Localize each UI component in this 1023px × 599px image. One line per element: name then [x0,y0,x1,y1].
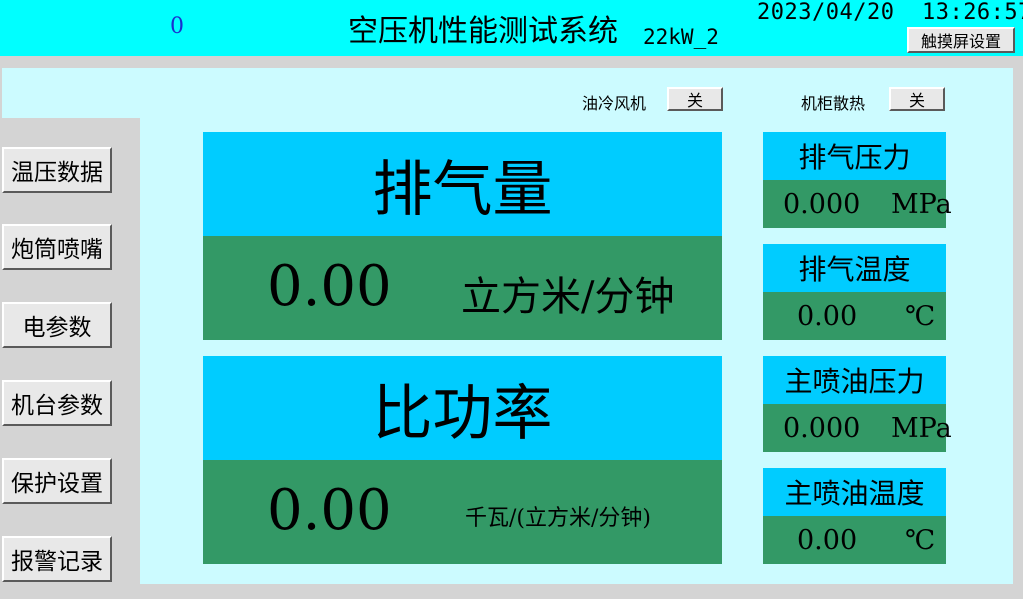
main-oil-pressure-panel: 0.000 MPa [763,404,952,452]
main-oil-pressure-title: 主喷油压力 [763,356,946,404]
main-oil-pressure-unit: MPa [891,413,952,444]
date-text: 2023/04/20 [757,0,895,25]
exhaust-temperature-title: 排气温度 [763,244,946,292]
displacement-unit: 立方米/分钟 [461,274,675,320]
specific-power-title: 比功率 [203,356,722,460]
sidebar-item-alarm-log[interactable]: 报警记录 [2,536,112,582]
sidebar-item-temp-pressure[interactable]: 温压数据 [2,147,112,193]
specific-power-value-panel: 0.00 千瓦/(立方米/分钟) [203,460,722,564]
exhaust-pressure-unit: MPa [891,189,952,220]
exhaust-pressure-value: 0.000 [783,189,861,220]
sidebar-item-electrical[interactable]: 电参数 [2,302,112,348]
time-text: 13:26:57 [921,0,1023,25]
main-oil-temperature-value: 0.00 [797,525,858,556]
datetime-display: 2023/04/20 13:26:57 [757,0,1023,25]
header-counter: 0 [170,14,184,39]
displacement-value: 0.00 [267,254,392,319]
sidebar-item-protection[interactable]: 保护设置 [2,458,112,504]
exhaust-temperature-panel: 0.00 ℃ [763,292,946,340]
touch-settings-button[interactable]: 触摸屏设置 [907,27,1015,53]
main-oil-temperature-unit: ℃ [905,525,936,556]
main-oil-temperature-title: 主喷油温度 [763,468,946,516]
cabinet-cooling-toggle-button[interactable]: 关 [889,87,945,111]
displacement-title: 排气量 [203,132,722,236]
sidebar-item-nozzle[interactable]: 炮筒喷嘴 [2,224,112,270]
exhaust-temperature-unit: ℃ [905,301,936,332]
cabinet-cooling-label: 机柜散热 [801,94,866,113]
exhaust-pressure-panel: 0.000 MPa [763,180,952,228]
exhaust-temperature-value: 0.00 [797,301,858,332]
exhaust-pressure-title: 排气压力 [763,132,946,180]
oil-fan-toggle-button[interactable]: 关 [667,87,723,111]
specific-power-value: 0.00 [267,478,392,543]
main-oil-temperature-panel: 0.00 ℃ [763,516,946,564]
displacement-value-panel: 0.00 立方米/分钟 [203,236,722,340]
main-oil-pressure-value: 0.000 [783,413,861,444]
sidebar-item-machine-params[interactable]: 机台参数 [2,380,112,426]
model-label: 22kW_2 [643,25,719,49]
oil-fan-label: 油冷风机 [582,94,647,113]
specific-power-unit: 千瓦/(立方米/分钟) [465,506,651,531]
page-title: 空压机性能测试系统 [348,14,618,49]
